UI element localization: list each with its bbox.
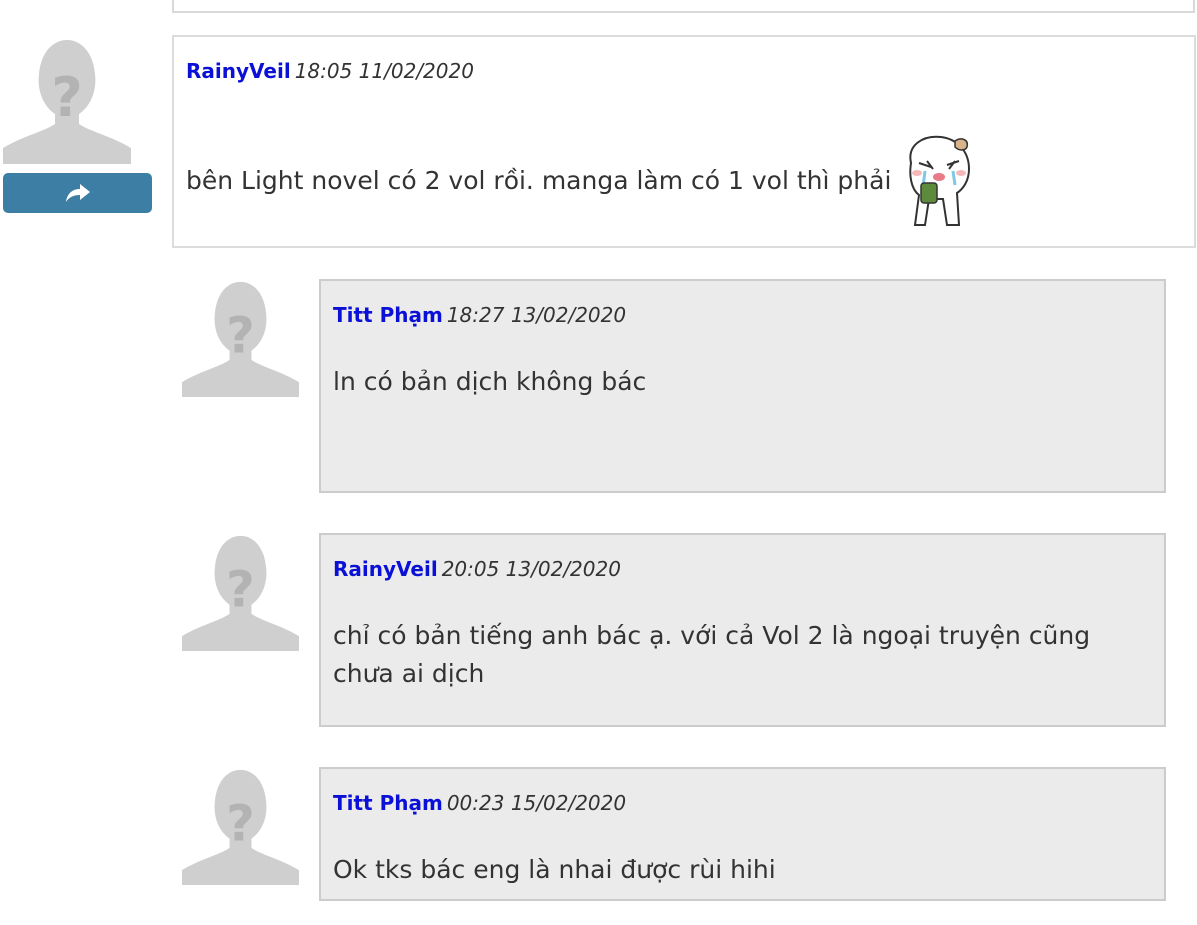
- default-avatar-icon: ?: [182, 534, 299, 651]
- comment-time: 18:27 13/02/2020: [446, 303, 627, 327]
- default-avatar-icon: ?: [182, 280, 299, 397]
- comment-meta: Titt Phạm 00:23 15/02/2020: [333, 789, 1152, 817]
- comment-time: 00:23 15/02/2020: [446, 791, 627, 815]
- default-avatar-icon: ?: [3, 38, 131, 164]
- share-arrow-icon: [65, 184, 90, 202]
- avatar-icon[interactable]: ?: [182, 768, 299, 885]
- author-link[interactable]: Titt Phạm: [333, 303, 443, 327]
- share-button[interactable]: [3, 173, 152, 213]
- comment-meta: RainyVeil 18:05 11/02/2020: [186, 57, 1182, 85]
- author-link[interactable]: Titt Phạm: [333, 791, 443, 815]
- comment-reply: Titt Phạm 00:23 15/02/2020 Ok tks bác eng…: [319, 767, 1166, 901]
- svg-text:?: ?: [226, 306, 255, 364]
- comment-text: chỉ có bản tiếng anh bác ạ. với cả Vol 2…: [333, 621, 1091, 688]
- crying-bun-emoticon: [897, 133, 977, 229]
- author-link[interactable]: RainyVeil: [186, 59, 291, 83]
- comment-time: 18:05 11/02/2020: [294, 59, 474, 83]
- comment-thread: ? RainyVeil 18:05 11/02/2020 bên Light no…: [0, 0, 1197, 925]
- comment-reply: RainyVeil 20:05 13/02/2020 chỉ có bản tiế…: [319, 533, 1166, 727]
- default-avatar-icon: ?: [182, 768, 299, 885]
- comment-root: RainyVeil 18:05 11/02/2020 bên Light nove…: [172, 35, 1196, 248]
- avatar-icon[interactable]: ?: [3, 38, 131, 164]
- avatar-icon[interactable]: ?: [182, 534, 299, 651]
- avatar-icon[interactable]: ?: [182, 280, 299, 397]
- svg-text:?: ?: [226, 560, 255, 618]
- comment-meta: Titt Phạm 18:27 13/02/2020: [333, 301, 1152, 329]
- svg-text:?: ?: [226, 794, 255, 852]
- svg-text:?: ?: [51, 66, 82, 129]
- comment-time: 20:05 13/02/2020: [441, 557, 621, 581]
- previous-comment-box: [172, 0, 1195, 13]
- comment-reply: Titt Phạm 18:27 13/02/2020 ln có bản dịch…: [319, 279, 1166, 493]
- author-link[interactable]: RainyVeil: [333, 557, 438, 581]
- comment-body: bên Light novel có 2 vol rồi. manga làm …: [186, 133, 1182, 229]
- comment-meta: RainyVeil 20:05 13/02/2020: [333, 555, 1152, 583]
- comment-text: Ok tks bác eng là nhai được rùi hihi: [333, 855, 776, 884]
- comment-text: bên Light novel có 2 vol rồi. manga làm …: [186, 166, 892, 195]
- comment-text: ln có bản dịch không bác: [333, 367, 647, 396]
